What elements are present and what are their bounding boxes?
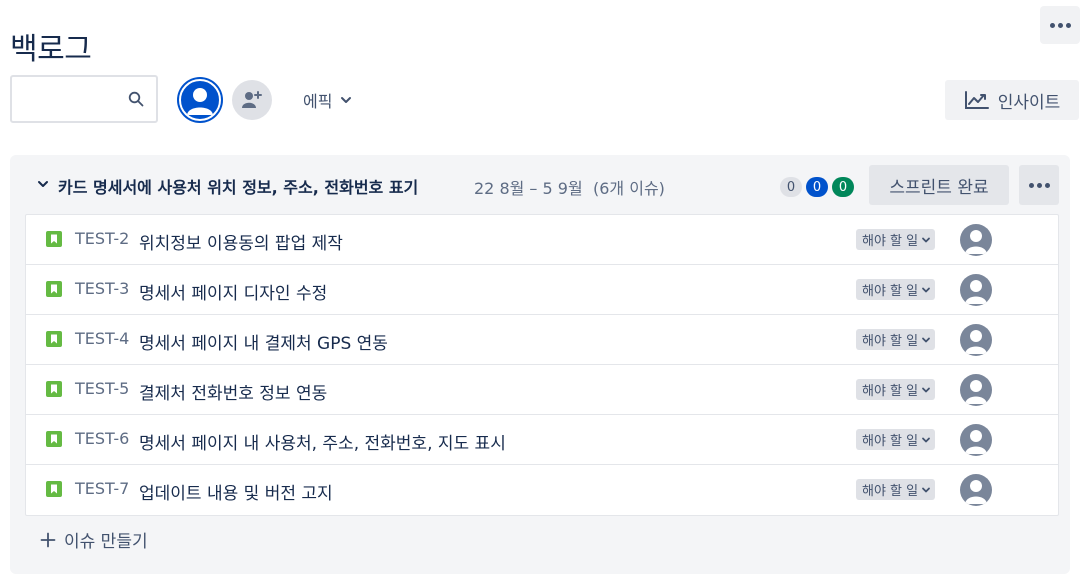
sprint-header: 카드 명세서에 사용처 위치 정보, 주소, 전화번호 표기 22 8월 – 5… xyxy=(10,155,1070,215)
epic-filter-label: 에픽 xyxy=(303,92,333,111)
epic-filter-dropdown[interactable]: 에픽 xyxy=(295,82,360,118)
page-more-button[interactable] xyxy=(1040,6,1080,44)
status-label: 해야 할 일 xyxy=(862,234,919,249)
in-progress-count-badge: 0 xyxy=(806,177,828,197)
chevron-down-icon xyxy=(341,97,352,103)
assignee-avatar[interactable] xyxy=(960,424,992,456)
status-dropdown[interactable]: 해야 할 일 xyxy=(856,379,936,400)
issue-summary: 위치정보 이용동의 팝업 제작 xyxy=(139,234,343,254)
user-avatar-icon xyxy=(965,430,987,454)
sprint-dates: 22 8월 – 5 9월 xyxy=(474,179,583,198)
more-dots-icon xyxy=(1049,22,1071,28)
search-icon xyxy=(128,91,144,107)
issue-summary: 명세서 페이지 디자인 수정 xyxy=(139,284,328,304)
more-dots-icon xyxy=(1028,182,1050,188)
sprint-more-button[interactable] xyxy=(1019,165,1059,205)
story-bookmark-icon xyxy=(46,381,62,397)
chevron-down-icon xyxy=(922,487,931,492)
insight-label: 인사이트 xyxy=(997,92,1061,113)
issue-key[interactable]: TEST-5 xyxy=(75,379,129,398)
trend-chart-icon xyxy=(964,91,989,109)
sprint-status-badges: 0 0 0 xyxy=(780,177,854,197)
status-label: 해야 할 일 xyxy=(862,434,919,449)
user-avatar-icon xyxy=(965,330,987,354)
chevron-down-icon xyxy=(922,337,931,342)
insight-button[interactable]: 인사이트 xyxy=(945,80,1079,120)
issue-summary: 업데이트 내용 및 버전 고지 xyxy=(139,484,333,504)
chevron-down-icon xyxy=(922,437,931,442)
story-bookmark-icon xyxy=(46,281,62,297)
assignee-avatar[interactable] xyxy=(960,474,992,506)
story-bookmark-icon xyxy=(46,231,62,247)
status-label: 해야 할 일 xyxy=(862,334,919,349)
status-dropdown[interactable]: 해야 할 일 xyxy=(856,479,936,500)
done-count-badge: 0 xyxy=(832,177,854,197)
status-label: 해야 할 일 xyxy=(862,284,919,299)
user-avatar-icon xyxy=(965,280,987,304)
status-dropdown[interactable]: 해야 할 일 xyxy=(856,329,936,350)
chevron-down-icon xyxy=(922,287,931,292)
issue-row[interactable]: TEST-7 업데이트 내용 및 버전 고지 해야 할 일 xyxy=(26,465,1058,515)
issue-row[interactable]: TEST-2 위치정보 이용동의 팝업 제작 해야 할 일 xyxy=(26,215,1058,265)
issue-key[interactable]: TEST-7 xyxy=(75,479,129,498)
sprint-name: 카드 명세서에 사용처 위치 정보, 주소, 전화번호 표기 xyxy=(58,178,419,197)
issue-key[interactable]: TEST-2 xyxy=(75,229,129,248)
issue-key[interactable]: TEST-3 xyxy=(75,279,129,298)
chevron-down-icon xyxy=(922,237,931,242)
complete-sprint-button[interactable]: 스프린트 완료 xyxy=(869,165,1009,205)
issue-row[interactable]: TEST-6 명세서 페이지 내 사용처, 주소, 전화번호, 지도 표시 해야… xyxy=(26,415,1058,465)
todo-count-badge: 0 xyxy=(780,177,802,197)
story-bookmark-icon xyxy=(46,481,62,497)
sprint-panel: 카드 명세서에 사용처 위치 정보, 주소, 전화번호 표기 22 8월 – 5… xyxy=(10,155,1070,574)
assignee-avatar[interactable] xyxy=(960,374,992,406)
assignee-avatar[interactable] xyxy=(960,224,992,256)
chevron-down-icon xyxy=(922,387,931,392)
issue-summary: 명세서 페이지 내 결제처 GPS 연동 xyxy=(139,334,388,354)
page-title: 백로그 xyxy=(10,32,92,68)
assignee-avatar[interactable] xyxy=(960,324,992,356)
search-input[interactable] xyxy=(20,77,134,119)
story-bookmark-icon xyxy=(46,331,62,347)
chevron-down-icon[interactable] xyxy=(36,177,50,191)
add-people-icon xyxy=(242,91,262,108)
user-avatar-icon xyxy=(965,480,987,504)
user-avatar-icon xyxy=(187,88,213,115)
add-people-button[interactable] xyxy=(232,80,272,120)
status-dropdown[interactable]: 해야 할 일 xyxy=(856,229,936,250)
issue-row[interactable]: TEST-4 명세서 페이지 내 결제처 GPS 연동 해야 할 일 xyxy=(26,315,1058,365)
current-user-avatar[interactable] xyxy=(179,79,221,121)
plus-icon xyxy=(40,532,56,547)
status-label: 해야 할 일 xyxy=(862,484,919,499)
issue-list: TEST-2 위치정보 이용동의 팝업 제작 해야 할 일 TEST-3 명세서… xyxy=(25,214,1059,516)
story-bookmark-icon xyxy=(46,431,62,447)
sprint-issue-count: (6개 이슈) xyxy=(593,179,665,198)
status-dropdown[interactable]: 해야 할 일 xyxy=(856,429,936,450)
user-avatar-icon xyxy=(965,380,987,404)
issue-key[interactable]: TEST-4 xyxy=(75,329,129,348)
issue-key[interactable]: TEST-6 xyxy=(75,429,129,448)
issue-row[interactable]: TEST-5 결제처 전화번호 정보 연동 해야 할 일 xyxy=(26,365,1058,415)
status-label: 해야 할 일 xyxy=(862,384,919,399)
create-issue-label: 이슈 만들기 xyxy=(64,532,148,552)
search-field[interactable] xyxy=(10,75,158,123)
create-issue-button[interactable]: 이슈 만들기 xyxy=(40,527,148,552)
assignee-avatar[interactable] xyxy=(960,274,992,306)
issue-summary: 결제처 전화번호 정보 연동 xyxy=(139,384,328,404)
issue-summary: 명세서 페이지 내 사용처, 주소, 전화번호, 지도 표시 xyxy=(139,434,506,454)
issue-row[interactable]: TEST-3 명세서 페이지 디자인 수정 해야 할 일 xyxy=(26,265,1058,315)
status-dropdown[interactable]: 해야 할 일 xyxy=(856,279,936,300)
user-avatar-icon xyxy=(965,230,987,254)
